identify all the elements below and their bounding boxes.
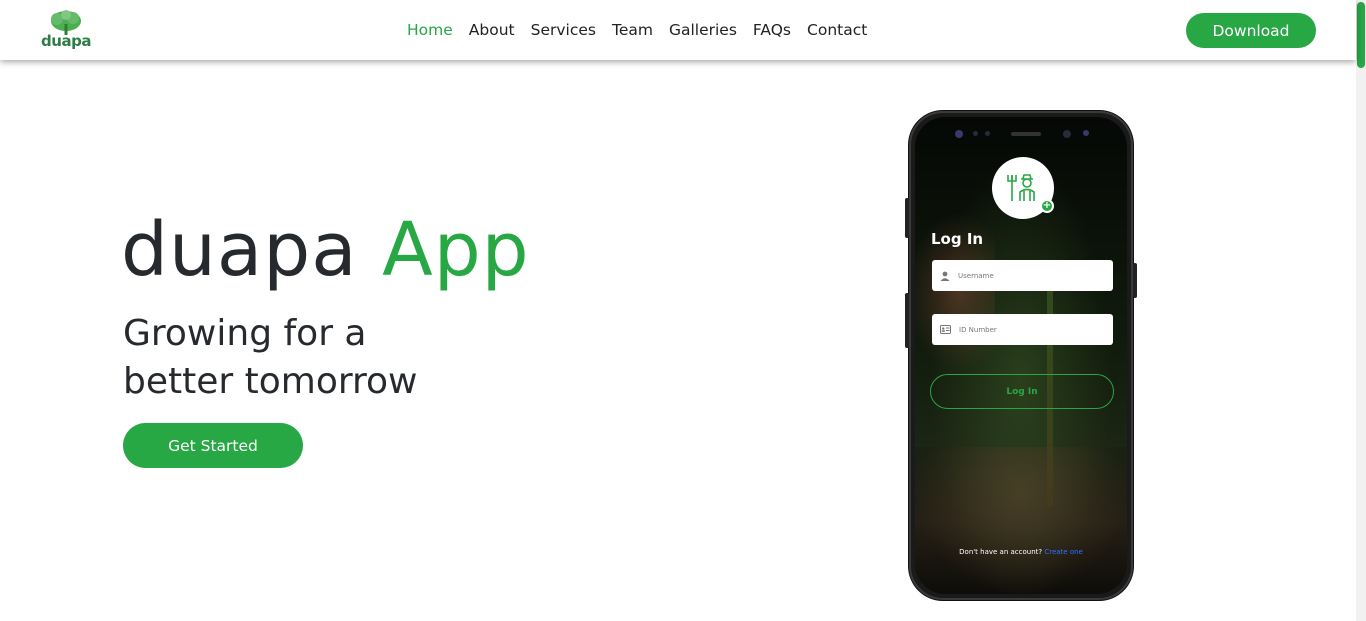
main-nav: Home About Services Team Galleries FAQs … bbox=[407, 20, 883, 40]
hero-title-accent: App bbox=[382, 207, 530, 293]
nav-item-services[interactable]: Services bbox=[531, 20, 596, 40]
phone-side-button bbox=[905, 198, 909, 238]
brand-name: duapa bbox=[41, 32, 91, 50]
phone-camera-bar bbox=[945, 127, 1105, 139]
phone-side-button bbox=[1133, 263, 1137, 298]
front-camera-icon bbox=[1063, 130, 1071, 138]
nav-item-contact[interactable]: Contact bbox=[807, 20, 867, 40]
nav-item-team[interactable]: Team bbox=[612, 20, 653, 40]
create-account-link[interactable]: Create one bbox=[1044, 548, 1083, 556]
hero-title: duapa App bbox=[121, 204, 530, 296]
get-started-button[interactable]: Get Started bbox=[123, 423, 303, 468]
profile-avatar[interactable]: + bbox=[992, 157, 1054, 219]
id-card-icon bbox=[940, 325, 951, 334]
nav-item-home[interactable]: Home bbox=[407, 20, 453, 40]
brand-logo[interactable]: duapa bbox=[40, 10, 92, 52]
username-field[interactable] bbox=[932, 260, 1113, 291]
farmer-icon bbox=[1007, 174, 1035, 201]
login-title: Log In bbox=[931, 230, 984, 248]
sensor-icon bbox=[985, 131, 990, 136]
sensor-icon bbox=[973, 131, 978, 136]
scrollbar-thumb[interactable] bbox=[1357, 2, 1365, 68]
camera-icon bbox=[955, 130, 963, 138]
nav-item-faqs[interactable]: FAQs bbox=[753, 20, 791, 40]
nav-item-about[interactable]: About bbox=[469, 20, 515, 40]
hero-title-main: duapa bbox=[121, 207, 358, 293]
user-icon bbox=[940, 271, 950, 281]
login-button[interactable]: Log In bbox=[930, 374, 1114, 409]
soil-background bbox=[915, 447, 1127, 594]
phone-side-button bbox=[905, 293, 909, 348]
site-header: duapa Home About Services Team Galleries… bbox=[0, 0, 1356, 60]
id-number-input[interactable] bbox=[959, 325, 1099, 334]
phone-mockup: + Log In Log In Don't have an account? C bbox=[905, 111, 1137, 600]
signup-prompt-text: Don't have an account? bbox=[959, 548, 1043, 556]
scrollbar-track[interactable] bbox=[1356, 0, 1366, 621]
hero-subtitle: Growing for a better tomorrow bbox=[123, 310, 543, 406]
sensor-icon bbox=[1083, 130, 1089, 136]
nav-item-galleries[interactable]: Galleries bbox=[669, 20, 737, 40]
download-button[interactable]: Download bbox=[1186, 13, 1316, 48]
signup-prompt: Don't have an account? Create one bbox=[915, 548, 1127, 556]
phone-screen: + Log In Log In Don't have an account? C bbox=[915, 117, 1127, 594]
speaker-grille bbox=[1011, 132, 1041, 136]
add-photo-icon[interactable]: + bbox=[1040, 199, 1054, 213]
hero-subtitle-line-2: better tomorrow bbox=[123, 361, 418, 402]
hero-subtitle-line-1: Growing for a bbox=[123, 313, 367, 354]
id-number-field[interactable] bbox=[932, 314, 1113, 345]
username-input[interactable] bbox=[958, 271, 1098, 280]
